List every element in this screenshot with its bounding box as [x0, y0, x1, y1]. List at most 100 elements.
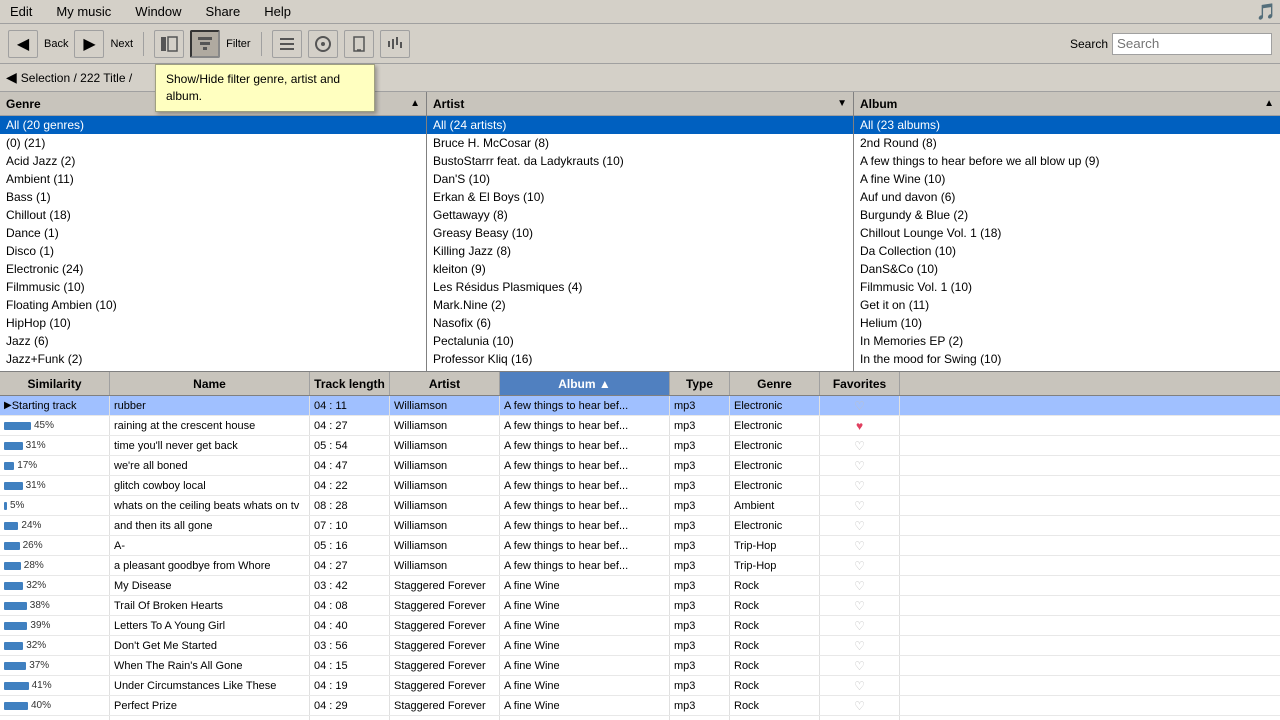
album-header[interactable]: Album ▲ — [854, 92, 1280, 116]
album-item[interactable]: Chillout Lounge Vol. 1 (18) — [854, 224, 1280, 242]
genre-item[interactable]: Chillout (18) — [0, 206, 426, 224]
artist-item[interactable]: Richard R. Hepersson (10) — [427, 368, 853, 371]
genre-item[interactable]: Jazz+Funk (2) — [0, 350, 426, 368]
album-item[interactable]: Helium (10) — [854, 314, 1280, 332]
track-favorites-cell[interactable]: ♡ — [820, 656, 900, 675]
track-row[interactable]: 45%raining at the crescent house04 : 27W… — [0, 416, 1280, 436]
favorite-heart-icon[interactable]: ♡ — [854, 639, 865, 653]
artist-item[interactable]: Nasofix (6) — [427, 314, 853, 332]
col-header-similarity[interactable]: Similarity — [0, 372, 110, 395]
track-row[interactable]: 17%we're all boned04 : 47WilliamsonA few… — [0, 456, 1280, 476]
search-input[interactable] — [1112, 33, 1272, 55]
artist-item[interactable]: kleiton (9) — [427, 260, 853, 278]
genre-item[interactable]: All (20 genres) — [0, 116, 426, 134]
genre-item[interactable]: Electronic (24) — [0, 260, 426, 278]
track-row[interactable]: 40%Perfect Prize04 : 29Staggered Forever… — [0, 696, 1280, 716]
genre-item[interactable]: Filmmusic (10) — [0, 278, 426, 296]
genre-item[interactable]: (0) (21) — [0, 134, 426, 152]
album-item[interactable]: Da Collection (10) — [854, 242, 1280, 260]
track-row[interactable]: 26%A-05 : 16WilliamsonA few things to he… — [0, 536, 1280, 556]
genre-item[interactable]: Latin Brasil (10) — [0, 368, 426, 371]
col-header-type[interactable]: Type — [670, 372, 730, 395]
col-header-length[interactable]: Track length — [310, 372, 390, 395]
album-item[interactable]: Inspiration (12) — [854, 368, 1280, 371]
forward-button[interactable]: ▶ — [74, 30, 104, 58]
favorite-heart-icon[interactable]: ♡ — [854, 679, 865, 693]
track-favorites-cell[interactable]: ♡ — [820, 456, 900, 475]
sidebar-toggle-button[interactable] — [154, 30, 184, 58]
album-item[interactable]: Get it on (11) — [854, 296, 1280, 314]
favorite-heart-icon[interactable]: ♡ — [854, 699, 865, 713]
track-row[interactable]: 37%When The Rain's All Gone04 : 15Stagge… — [0, 656, 1280, 676]
genre-item[interactable]: Acid Jazz (2) — [0, 152, 426, 170]
track-row[interactable]: 32%My Disease03 : 42Staggered ForeverA f… — [0, 576, 1280, 596]
track-row[interactable]: 32%Don't Get Me Started03 : 56Staggered … — [0, 636, 1280, 656]
track-row[interactable]: 31%glitch cowboy local04 : 22WilliamsonA… — [0, 476, 1280, 496]
favorite-heart-icon[interactable]: ♡ — [854, 539, 865, 553]
genre-item[interactable]: Jazz (6) — [0, 332, 426, 350]
track-favorites-cell[interactable]: ♡ — [820, 696, 900, 715]
col-header-album[interactable]: Album ▲ — [500, 372, 670, 395]
artist-item[interactable]: Gettawayy (8) — [427, 206, 853, 224]
track-row[interactable]: 31%time you'll never get back05 : 54Will… — [0, 436, 1280, 456]
col-header-name[interactable]: Name — [110, 372, 310, 395]
menu-window[interactable]: Window — [129, 2, 187, 21]
track-favorites-cell[interactable]: ♡ — [820, 716, 900, 720]
artist-header[interactable]: Artist ▼ — [427, 92, 853, 116]
album-item[interactable]: All (23 albums) — [854, 116, 1280, 134]
genre-item[interactable]: Disco (1) — [0, 242, 426, 260]
breadcrumb-back-arrow[interactable]: ◀ — [6, 69, 17, 86]
favorite-heart-icon[interactable]: ♡ — [854, 599, 865, 613]
col-header-favorites[interactable]: Favorites — [820, 372, 900, 395]
favorite-heart-icon[interactable]: ♡ — [854, 459, 865, 473]
track-row[interactable]: ▶ Starting trackrubber04 : 11WilliamsonA… — [0, 396, 1280, 416]
album-item[interactable]: In the mood for Swing (10) — [854, 350, 1280, 368]
favorite-heart-icon[interactable]: ♡ — [854, 619, 865, 633]
favorite-heart-icon[interactable]: ♡ — [854, 439, 865, 453]
album-item[interactable]: DanS&Co (10) — [854, 260, 1280, 278]
filter-label[interactable]: Filter — [226, 38, 250, 50]
menu-my-music[interactable]: My music — [50, 2, 117, 21]
track-row[interactable]: 38%Trail Of Broken Hearts04 : 08Staggere… — [0, 596, 1280, 616]
track-row[interactable]: 18%Nuclear Winter (Next 2 You)04 : 57Sta… — [0, 716, 1280, 720]
genre-item[interactable]: Ambient (11) — [0, 170, 426, 188]
favorite-heart-icon[interactable]: ♡ — [854, 399, 865, 413]
filter-button[interactable] — [190, 30, 220, 58]
favorite-heart-icon[interactable]: ♡ — [854, 519, 865, 533]
track-favorites-cell[interactable]: ♡ — [820, 676, 900, 695]
cover-view-button[interactable] — [308, 30, 338, 58]
favorite-heart-icon[interactable]: ♡ — [854, 499, 865, 513]
phone-button[interactable] — [344, 30, 374, 58]
artist-item[interactable]: Erkan & El Boys (10) — [427, 188, 853, 206]
track-favorites-cell[interactable]: ♡ — [820, 576, 900, 595]
artist-item[interactable]: Professor Kliq (16) — [427, 350, 853, 368]
menu-share[interactable]: Share — [200, 2, 247, 21]
track-row[interactable]: 39%Letters To A Young Girl04 : 40Stagger… — [0, 616, 1280, 636]
artist-item[interactable]: Pectalunia (10) — [427, 332, 853, 350]
equalizer-button[interactable] — [380, 30, 410, 58]
artist-item[interactable]: All (24 artists) — [427, 116, 853, 134]
menu-help[interactable]: Help — [258, 2, 297, 21]
track-row[interactable]: 24%and then its all gone07 : 10Williamso… — [0, 516, 1280, 536]
artist-item[interactable]: Les Résidus Plasmiques (4) — [427, 278, 853, 296]
genre-item[interactable]: Dance (1) — [0, 224, 426, 242]
track-favorites-cell[interactable]: ♡ — [820, 496, 900, 515]
artist-item[interactable]: Bruce H. McCosar (8) — [427, 134, 853, 152]
track-favorites-cell[interactable]: ♡ — [820, 476, 900, 495]
favorite-heart-icon[interactable]: ♡ — [854, 479, 865, 493]
track-row[interactable]: 5%whats on the ceiling beats whats on tv… — [0, 496, 1280, 516]
track-favorites-cell[interactable]: ♡ — [820, 556, 900, 575]
album-item[interactable]: A few things to hear before we all blow … — [854, 152, 1280, 170]
artist-item[interactable]: BustoStarrr feat. da Ladykrauts (10) — [427, 152, 853, 170]
genre-item[interactable]: Floating Ambien (10) — [0, 296, 426, 314]
back-button[interactable]: ◀ — [8, 30, 38, 58]
album-item[interactable]: A fine Wine (10) — [854, 170, 1280, 188]
back-label[interactable]: Back — [44, 38, 68, 50]
album-item[interactable]: Auf und davon (6) — [854, 188, 1280, 206]
next-label[interactable]: Next — [110, 38, 133, 50]
menu-edit[interactable]: Edit — [4, 2, 38, 21]
col-header-artist[interactable]: Artist — [390, 372, 500, 395]
favorite-heart-icon[interactable]: ♡ — [854, 579, 865, 593]
artist-item[interactable]: Dan'S (10) — [427, 170, 853, 188]
favorite-heart-icon[interactable]: ♡ — [854, 559, 865, 573]
